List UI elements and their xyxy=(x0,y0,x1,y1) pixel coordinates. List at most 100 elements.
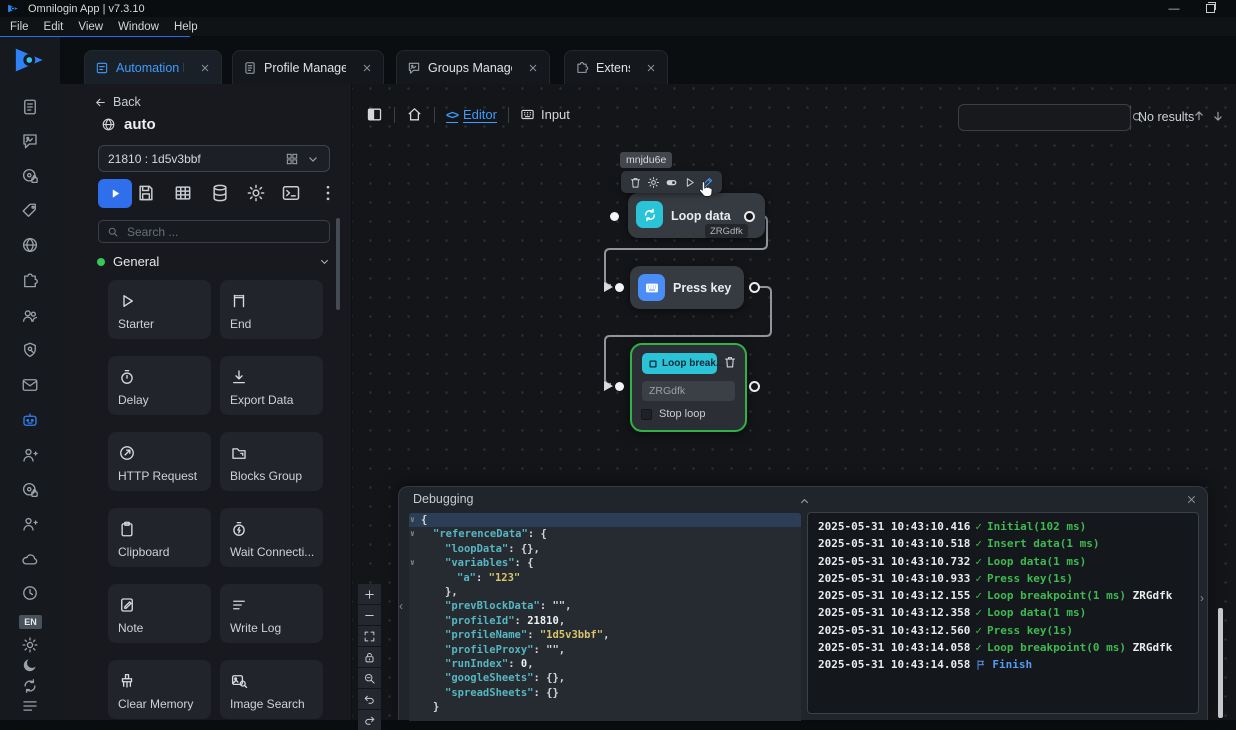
json-line[interactable]: ∨"variables": { xyxy=(409,556,801,570)
port-in-loop-data[interactable] xyxy=(610,212,619,221)
close-tab-icon[interactable] xyxy=(527,62,539,74)
close-panel-icon[interactable] xyxy=(1185,493,1198,506)
tab-extensions[interactable]: Extensions xyxy=(564,50,668,84)
menu-window[interactable]: Window xyxy=(118,21,159,33)
block-note[interactable]: Note xyxy=(108,584,211,643)
sidebar-disc-key-icon[interactable] xyxy=(21,481,39,499)
collapse-node-icon[interactable]: ∨ xyxy=(410,527,415,541)
node-press-key[interactable]: Press key xyxy=(630,266,744,309)
sidebar-dark-mode-icon[interactable] xyxy=(21,656,39,674)
tab-groups-management[interactable]: Groups Management xyxy=(396,50,550,84)
more-button[interactable] xyxy=(318,183,338,203)
sidebar-history-icon[interactable] xyxy=(21,584,39,602)
settings-button[interactable] xyxy=(246,183,266,203)
collapse-node-icon[interactable]: ∨ xyxy=(410,513,415,527)
sidebar-mail-icon[interactable] xyxy=(21,376,39,394)
menu-edit[interactable]: Edit xyxy=(44,21,64,33)
json-line[interactable]: "runIndex": 0, xyxy=(409,657,801,671)
json-line[interactable]: "spreadSheets": {} xyxy=(409,686,801,700)
menu-help[interactable]: Help xyxy=(174,21,198,33)
collapse-panel-icon[interactable] xyxy=(798,495,811,508)
loop-break-field[interactable] xyxy=(642,381,735,401)
panel-scrollbar[interactable] xyxy=(336,218,340,310)
stop-loop-option[interactable]: Stop loop xyxy=(641,408,705,420)
block-wait-connecti[interactable]: Wait Connecti... xyxy=(220,508,323,567)
json-line[interactable]: ∨"referenceData": { xyxy=(409,527,801,541)
back-button[interactable]: Back xyxy=(94,95,141,109)
sidebar-messages-icon[interactable] xyxy=(21,132,39,150)
sidebar-tags-icon[interactable] xyxy=(21,202,39,220)
block-write-log[interactable]: Write Log xyxy=(220,584,323,643)
sidebar-disc-lock-icon[interactable] xyxy=(21,167,39,185)
block-blocks-group[interactable]: Blocks Group xyxy=(220,432,323,491)
json-line[interactable]: "a": "123" xyxy=(409,571,801,585)
sidebar-refresh-icon[interactable] xyxy=(21,677,39,695)
node-loop-break-selected[interactable]: Loop break... Stop loop xyxy=(630,343,747,432)
sidebar-extensions-icon[interactable] xyxy=(21,272,39,290)
run-node-icon[interactable] xyxy=(683,176,696,189)
window-restore-button[interactable] xyxy=(1198,1,1222,16)
menu-view[interactable]: View xyxy=(78,21,103,33)
tab-profile-management[interactable]: Profile Management xyxy=(232,50,384,84)
collapse-node-icon[interactable]: ∨ xyxy=(410,556,415,570)
trash-icon[interactable] xyxy=(723,355,737,369)
json-line[interactable]: "loopData": {}, xyxy=(409,542,801,556)
json-line[interactable]: ∨{ xyxy=(409,513,801,527)
block-starter[interactable]: Starter xyxy=(108,280,211,339)
edit-icon[interactable] xyxy=(701,176,714,189)
sidebar-add-member-icon[interactable] xyxy=(21,515,39,533)
sidebar-settings-icon[interactable] xyxy=(21,636,39,654)
enable-toggle-icon[interactable] xyxy=(665,176,678,189)
sidebar-profiles-icon[interactable] xyxy=(21,98,39,116)
port-out-loop-break[interactable] xyxy=(749,381,760,392)
language-badge[interactable]: EN xyxy=(19,615,42,629)
blocks-search-input[interactable] xyxy=(125,224,321,240)
json-line[interactable]: "googleSheets": {}, xyxy=(409,671,801,685)
json-line[interactable]: "prevBlockData": "", xyxy=(409,599,801,613)
log-scrollbar[interactable] xyxy=(1218,608,1223,718)
scroll-right-icon[interactable]: › xyxy=(1200,591,1204,605)
data-button[interactable] xyxy=(210,183,230,203)
tab-automation-flow[interactable]: Automation Flow xyxy=(84,50,222,84)
delete-icon[interactable] xyxy=(629,176,642,189)
sidebar-proxies-icon[interactable] xyxy=(21,236,39,254)
debug-json-viewer[interactable]: ∨{∨"referenceData": {"loopData": {},∨"va… xyxy=(409,513,801,721)
brand-logo[interactable] xyxy=(12,43,48,77)
block-http-request[interactable]: HTTP Request xyxy=(108,432,211,491)
sidebar-menu-list-icon[interactable] xyxy=(21,697,39,715)
close-tab-icon[interactable] xyxy=(645,62,657,74)
stop-loop-checkbox[interactable] xyxy=(641,409,652,420)
profile-selector[interactable]: 21810 : 1d5v3bbf xyxy=(98,145,330,172)
run-button[interactable] xyxy=(98,179,132,208)
section-general[interactable]: General xyxy=(97,254,331,269)
block-delay[interactable]: Delay xyxy=(108,356,211,415)
block-export-data[interactable]: Export Data xyxy=(220,356,323,415)
port-in-press-key[interactable] xyxy=(615,283,624,292)
block-clipboard[interactable]: Clipboard xyxy=(108,508,211,567)
port-out-loop-data[interactable] xyxy=(744,211,755,222)
port-in-loop-break[interactable] xyxy=(615,382,624,391)
window-minimize-button[interactable]: — xyxy=(1162,1,1186,16)
debug-log[interactable]: 2025-05-31 10:43:10.416✓Initial(102 ms)2… xyxy=(807,512,1199,714)
sidebar-automation-icon[interactable] xyxy=(21,411,39,429)
sidebar-cloud-sync-icon[interactable] xyxy=(21,550,39,568)
save-button[interactable] xyxy=(136,183,156,203)
json-line[interactable]: } xyxy=(409,700,801,714)
table-view-button[interactable] xyxy=(173,183,193,203)
loop-break-button[interactable]: Loop break... xyxy=(642,353,717,374)
sidebar-invite-user-icon[interactable] xyxy=(21,446,39,464)
close-tab-icon[interactable] xyxy=(199,62,211,74)
json-line[interactable]: "profileId": 21810, xyxy=(409,614,801,628)
sidebar-shield-check-icon[interactable] xyxy=(21,341,39,359)
menu-file[interactable]: File xyxy=(10,21,29,33)
settings-icon[interactable] xyxy=(647,176,660,189)
terminal-button[interactable] xyxy=(281,183,301,203)
json-line[interactable]: "profileName": "1d5v3bbf", xyxy=(409,628,801,642)
json-line[interactable]: "profileProxy": "", xyxy=(409,643,801,657)
block-image-search[interactable]: Image Search xyxy=(220,660,323,719)
blocks-search[interactable] xyxy=(98,220,330,243)
scroll-left-icon[interactable]: ‹ xyxy=(399,599,403,613)
sidebar-team-icon[interactable] xyxy=(21,307,39,325)
port-out-press-key[interactable] xyxy=(749,282,760,293)
block-end[interactable]: End xyxy=(220,280,323,339)
